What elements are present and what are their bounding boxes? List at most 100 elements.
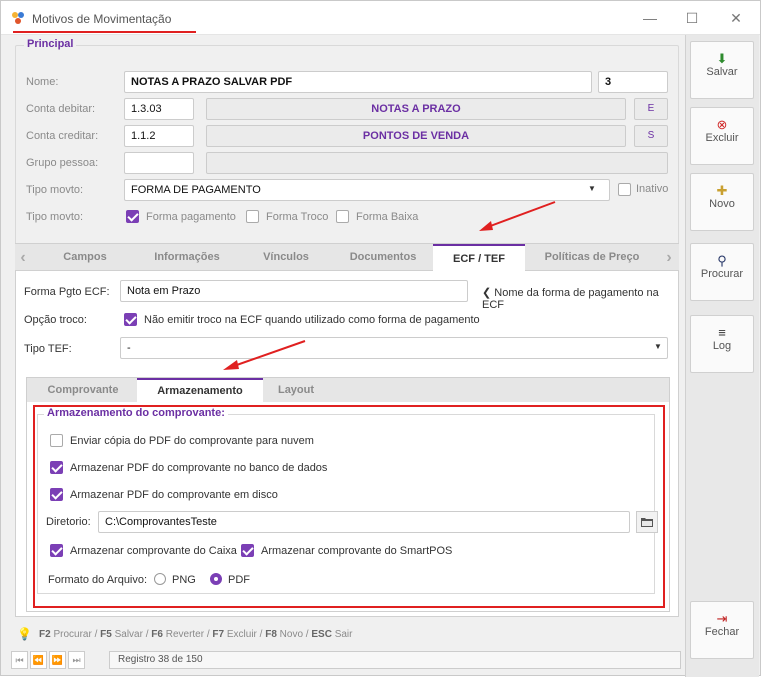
pdf-radio[interactable] (210, 573, 222, 585)
subtab-layout[interactable]: Layout (265, 378, 327, 403)
next-record-button[interactable]: ⏩ (49, 651, 66, 669)
tab-informacoes[interactable]: Informações (137, 244, 237, 271)
inativo-label: Inativo (636, 183, 669, 195)
forma-pagamento-checkbox[interactable] (126, 210, 139, 223)
forma-troco-checkbox[interactable] (246, 210, 259, 223)
annotation-underline (13, 31, 196, 33)
enviar-nuvem-checkbox[interactable] (50, 434, 63, 447)
novo-button[interactable]: ✚ Novo (690, 173, 754, 231)
banco-dados-checkbox[interactable] (50, 461, 63, 474)
tab-politicas-preco[interactable]: Políticas de Preço (527, 244, 657, 271)
forma-troco-label: Forma Troco (266, 211, 329, 223)
tab-vinculos[interactable]: Vínculos (241, 244, 331, 271)
tab-documentos[interactable]: Documentos (335, 244, 431, 271)
conta-creditar-button[interactable]: S (634, 125, 668, 147)
tab-campos[interactable]: Campos (35, 244, 135, 271)
grupo-pessoa-input[interactable] (124, 152, 194, 174)
last-record-button[interactable]: ⏭ (68, 651, 85, 669)
grupo-pessoa-label: Grupo pessoa: (26, 157, 99, 169)
log-button[interactable]: ≡ Log (690, 315, 754, 373)
tipo-movto-select[interactable]: FORMA DE PAGAMENTO (124, 179, 610, 201)
diretorio-input[interactable]: C:\ComprovantesTeste (98, 511, 630, 533)
tipo-tef-select[interactable]: - (120, 337, 668, 359)
status-bar: 💡 F2 Procurar / F5 Salvar / F6 Reverter … (9, 623, 681, 677)
forma-baixa-label: Forma Baixa (356, 211, 419, 223)
inativo-checkbox[interactable] (618, 183, 631, 196)
fechar-button[interactable]: ⇥ Fechar (690, 601, 754, 659)
forma-pgto-input[interactable]: Nota em Prazo (120, 280, 468, 302)
tab-scroll-right[interactable]: › (661, 244, 677, 271)
smartpos-checkbox[interactable] (241, 544, 254, 557)
diretorio-label: Diretorio: (46, 516, 91, 528)
window: Motivos de Movimentação — ☐ ✕ Principal … (0, 0, 761, 677)
forma-pgto-hint: ❮ Nome da forma de pagamento na ECF (482, 287, 659, 311)
principal-group: Principal Nome: NOTAS A PRAZO SALVAR PDF… (15, 38, 679, 271)
new-document-icon: ✚ (716, 183, 728, 198)
tab-scroll-left[interactable]: ‹ (15, 244, 31, 271)
tab-ecf-tef[interactable]: ECF / TEF (433, 244, 525, 271)
png-label: PNG (172, 574, 196, 586)
shortcut-hint: F2 Procurar / F5 Salvar / F6 Reverter / … (39, 629, 353, 640)
sub-tab-bar: Comprovante Armazenamento Layout (26, 377, 670, 403)
tipo-movto2-label: Tipo movto: (26, 211, 84, 223)
lightbulb-icon: 💡 (17, 627, 32, 641)
disco-label: Armazenar PDF do comprovante em disco (70, 489, 278, 501)
record-counter: Registro 38 de 150 (109, 651, 681, 669)
opcao-troco-text: Não emitir troco na ECF quando utilizado… (144, 314, 480, 326)
previous-record-button[interactable]: ⏪ (30, 651, 47, 669)
delete-icon: ⊗ (716, 117, 728, 132)
nome-input[interactable]: NOTAS A PRAZO SALVAR PDF (124, 71, 592, 93)
pdf-label: PDF (228, 574, 250, 586)
tipo-movto-label: Tipo movto: (26, 184, 84, 196)
action-sidebar: ⬇ Salvar ⊗ Excluir ✚ Novo ⚲ Procurar ≡ L… (685, 35, 759, 677)
nome-label: Nome: (26, 76, 59, 88)
conta-creditar-desc: PONTOS DE VENDA (206, 125, 626, 147)
png-radio[interactable] (154, 573, 166, 585)
forma-pagamento-label: Forma pagamento (146, 211, 236, 223)
principal-title: Principal (24, 38, 77, 50)
chevron-down-icon[interactable]: ▼ (654, 342, 662, 351)
minimize-button[interactable]: — (627, 1, 673, 35)
salvar-button[interactable]: ⬇ Salvar (690, 41, 754, 99)
conta-debitar-desc: NOTAS A PRAZO (206, 98, 626, 120)
armazenamento-group: Armazenamento do comprovante: Enviar cóp… (37, 407, 658, 594)
armazenamento-title: Armazenamento do comprovante: (44, 407, 228, 419)
conta-creditar-label: Conta creditar: (26, 130, 99, 142)
formato-label: Formato do Arquivo: (48, 574, 148, 586)
conta-debitar-button[interactable]: E (634, 98, 668, 120)
log-icon: ≡ (718, 325, 726, 340)
search-icon: ⚲ (717, 253, 727, 268)
tab-bar: ‹ Campos Informações Vínculos Documentos… (15, 243, 679, 271)
app-icon (12, 12, 24, 24)
conta-debitar-label: Conta debitar: (26, 103, 96, 115)
conta-creditar-input[interactable]: 1.1.2 (124, 125, 194, 147)
forma-baixa-checkbox[interactable] (336, 210, 349, 223)
folder-button[interactable] (636, 511, 658, 533)
forma-pgto-label: Forma Pgto ECF: (24, 286, 110, 298)
banco-dados-label: Armazenar PDF do comprovante no banco de… (70, 462, 328, 474)
chevron-down-icon[interactable]: ▼ (588, 184, 596, 193)
armazenamento-page: Armazenamento do comprovante: Enviar cóp… (26, 402, 670, 612)
tipo-tef-label: Tipo TEF: (24, 343, 72, 355)
smartpos-label: Armazenar comprovante do SmartPOS (261, 545, 453, 557)
main-area: Principal Nome: NOTAS A PRAZO SALVAR PDF… (9, 35, 681, 677)
conta-debitar-input[interactable]: 1.3.03 (124, 98, 194, 120)
opcao-troco-checkbox[interactable] (124, 313, 137, 326)
title-bar: Motivos de Movimentação — ☐ ✕ (1, 1, 760, 35)
subtab-armazenamento[interactable]: Armazenamento (137, 378, 263, 403)
procurar-button[interactable]: ⚲ Procurar (690, 243, 754, 301)
window-title: Motivos de Movimentação (32, 12, 172, 26)
ecf-tef-page: Forma Pgto ECF: Nota em Prazo ❮ Nome da … (15, 271, 679, 617)
excluir-button[interactable]: ⊗ Excluir (690, 107, 754, 165)
close-button[interactable]: ✕ (713, 1, 759, 35)
subtab-comprovante[interactable]: Comprovante (31, 378, 135, 403)
enviar-nuvem-label: Enviar cópia do PDF do comprovante para … (70, 435, 314, 447)
codigo-input[interactable]: 3 (598, 71, 668, 93)
folder-icon (641, 518, 653, 527)
first-record-button[interactable]: ⏮ (11, 651, 28, 669)
caixa-checkbox[interactable] (50, 544, 63, 557)
maximize-button[interactable]: ☐ (669, 1, 715, 35)
opcao-troco-label: Opção troco: (24, 314, 87, 326)
caixa-label: Armazenar comprovante do Caixa (70, 545, 237, 557)
disco-checkbox[interactable] (50, 488, 63, 501)
